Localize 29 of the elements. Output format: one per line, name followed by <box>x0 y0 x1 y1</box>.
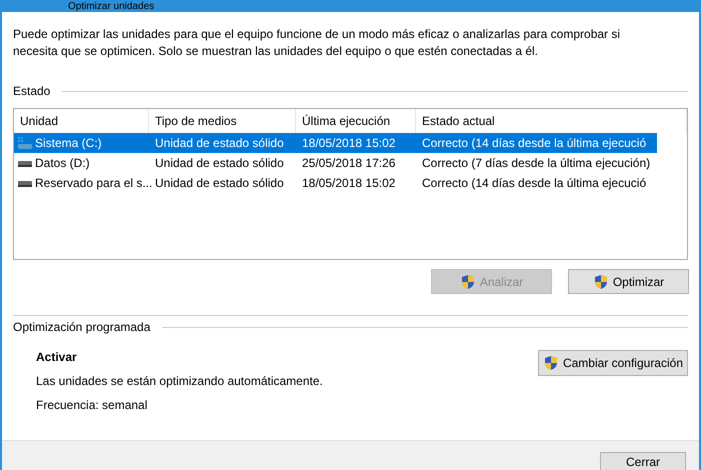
table-cell-text: Correcto (14 días desde la última ejecució <box>422 135 646 152</box>
schedule-description: Las unidades se están optimizando automáticamente. <box>36 373 324 390</box>
schedule-frequency: Frecuencia: semanal <box>36 397 148 414</box>
drive-row[interactable]: Sistema (C:) Unidad de estado sólido 18/05/2018 15:02 Correcto (14 días desde la última ejecució <box>14 133 657 153</box>
table-cell-text: 25/05/2018 17:26 <box>302 155 396 172</box>
action-button[interactable]: Optimizar <box>568 269 689 294</box>
table-cell-text: Sistema (C:) <box>35 135 102 152</box>
drive-row[interactable]: Reservado para el s... Unidad de estado sólido 18/05/2018 15:02 Correcto (14 días desde la última ejecució <box>14 173 657 193</box>
table-cell-text: Correcto (14 días desde la última ejecució <box>422 175 646 192</box>
shield-icon <box>542 355 559 371</box>
section-label: Estado <box>13 83 50 100</box>
table-cell-text: Correcto (7 días desde la última ejecución) <box>422 155 650 172</box>
shield-icon <box>592 274 609 290</box>
table-cell-text: Reservado para el s... <box>35 175 152 192</box>
table-cell-text: 18/05/2018 15:02 <box>302 135 396 152</box>
close-button[interactable]: Cerrar <box>600 452 686 470</box>
table-cell-text: Datos (D:) <box>35 155 90 172</box>
section-label: Optimización programada <box>13 319 150 336</box>
drive-icon <box>17 136 33 150</box>
schedule-state: Activar <box>36 349 78 366</box>
window-title: Optimizar unidades <box>68 1 154 12</box>
intro-text: Puede optimizar las unidades para que el equipo funcione de un modo más eficaz o analizarlas para comprobar si necesita que se optimicen. Solo se muestran las unidades del equipo o que estén conectadas a él. <box>13 26 622 60</box>
table-cell-text: 18/05/2018 15:02 <box>302 175 396 192</box>
change-settings-button[interactable]: Cambiar configuración <box>538 350 688 376</box>
table-cell-text: Unidad de estado sólido <box>155 175 284 192</box>
table-cell-text: Unidad de estado sólido <box>155 155 284 172</box>
drive-row[interactable]: Datos (D:) Unidad de estado sólido 25/05/2018 17:26 Correcto (7 días desde la última ejecución) <box>14 153 657 173</box>
table-cell-text: Unidad de estado sólido <box>155 135 284 152</box>
shield-icon <box>460 274 476 290</box>
